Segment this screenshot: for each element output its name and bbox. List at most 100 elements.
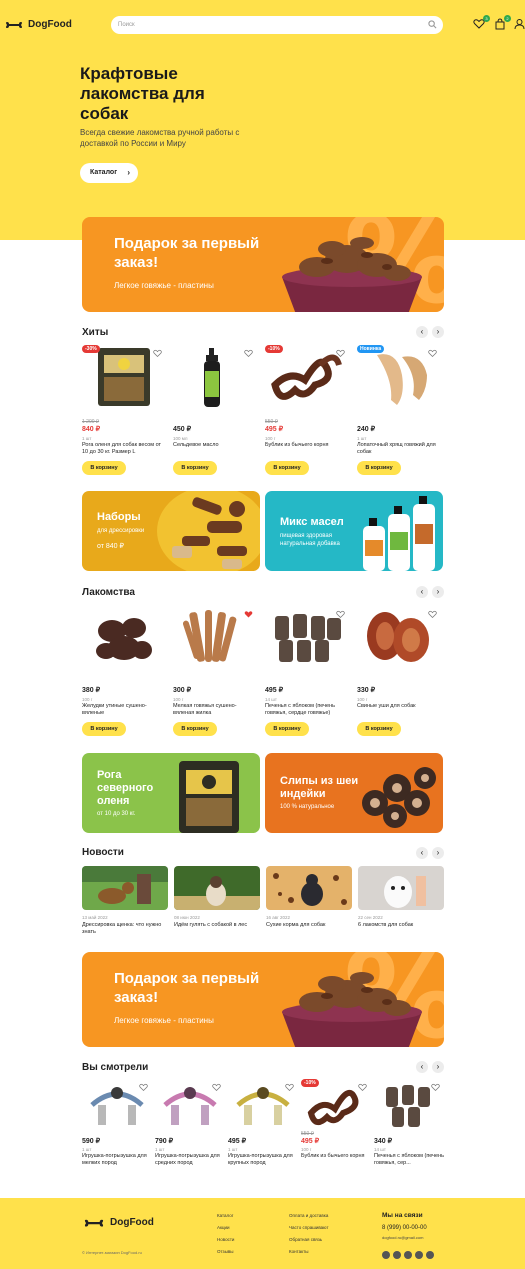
antler-pack-image: [179, 761, 239, 833]
oil-mix-banner[interactable]: Микс масел пищевая здоровая натуральная …: [265, 491, 443, 571]
footer-link[interactable]: Новости: [217, 1234, 234, 1246]
product-card[interactable]: 590 ₽ 1 шт Игрушка-погрызушка для мелких…: [82, 1079, 152, 1179]
add-to-cart-button[interactable]: В корзину: [82, 461, 126, 475]
unit: 1 шт: [357, 436, 367, 441]
promo-subtitle: Легкое говяжье - пластины: [114, 281, 214, 290]
news-card[interactable]: 13 май 2022 Дрессировка щенка: что нужно…: [82, 866, 168, 936]
vk-icon[interactable]: [382, 1251, 390, 1259]
product-card[interactable]: -30% 1 200 ₽ 840 ₽ 1 шт Рога оленя для с…: [82, 345, 166, 480]
add-to-cart-button[interactable]: В корзину: [173, 461, 217, 475]
footer-link[interactable]: Оплата и доставка: [289, 1210, 329, 1222]
news-card[interactable]: 22 сен 2022 6 лакомств для собак: [358, 866, 444, 936]
news-title[interactable]: Сухие корма для собак: [266, 922, 352, 929]
add-to-cart-button[interactable]: В корзину: [265, 461, 309, 475]
viewed-title: Вы смотрели: [82, 1062, 149, 1073]
add-to-cart-button[interactable]: В корзину: [265, 722, 309, 736]
add-to-cart-button[interactable]: В корзину: [357, 461, 401, 475]
heart-icon[interactable]: [431, 1079, 440, 1097]
heart-filled-icon[interactable]: [244, 606, 253, 624]
product-card[interactable]: 380 ₽ 100 г Желудки утиные сушено-вялены…: [82, 606, 166, 741]
product-card[interactable]: 450 ₽ 100 мл Сельдевое масло В корзину: [173, 345, 257, 480]
promo-banner-bottom[interactable]: % Подарок за первый заказ! Легкое говяжь…: [82, 952, 444, 1047]
product-name[interactable]: Игрушка-погрызушка для крупных пород: [228, 1153, 298, 1167]
product-name[interactable]: Бублик из бычьего корня: [301, 1153, 371, 1160]
bowl-with-treats-image: [282, 972, 422, 1047]
promo-banner-top[interactable]: % Подарок за первый заказ! Легкое говяжь…: [82, 217, 444, 312]
product-name[interactable]: Рога оленя для собак весом от 10 до 30 к…: [82, 442, 166, 456]
cart-button[interactable]: 2: [494, 15, 511, 31]
news-next-button[interactable]: ›: [432, 847, 444, 859]
news-title[interactable]: 6 лакомств для собак: [358, 922, 444, 929]
hits-prev-button[interactable]: ‹: [416, 326, 428, 338]
bone-logo-icon: [84, 1219, 104, 1227]
footer-link[interactable]: Обратная связь: [289, 1234, 329, 1246]
favorites-button[interactable]: 3: [473, 15, 490, 31]
footer-link[interactable]: Контакты: [289, 1246, 329, 1258]
heart-icon[interactable]: [336, 606, 345, 624]
product-card[interactable]: -10% 550 ₽ 495 ₽ 100 г Бублик из бычьего…: [265, 345, 349, 480]
footer-link[interactable]: Каталог: [217, 1210, 234, 1222]
news-card[interactable]: 16 авг 2022 Сухие корма для собак: [266, 866, 352, 936]
heart-icon[interactable]: [212, 1079, 221, 1097]
product-name[interactable]: Бублик из бычьего корня: [265, 442, 349, 449]
heart-icon[interactable]: [153, 345, 162, 363]
news-title[interactable]: Дрессировка щенка: что нужно знать: [82, 922, 168, 936]
unit: 100 г: [357, 697, 368, 702]
product-name[interactable]: Игрушка-погрызушка для средних пород: [155, 1153, 225, 1167]
product-name[interactable]: Свиные уши для собак: [357, 703, 441, 710]
search-icon[interactable]: [428, 20, 437, 29]
product-name[interactable]: Печенья с яблоком (печень говяжья, сер..…: [374, 1153, 444, 1167]
search-input[interactable]: Поиск: [111, 16, 443, 34]
catalog-button[interactable]: Каталог ›: [80, 163, 138, 183]
add-to-cart-button[interactable]: В корзину: [357, 722, 401, 736]
phone-link[interactable]: 8 (999) 00-00-00: [382, 1225, 427, 1231]
product-card[interactable]: -10% 550 ₽ 495 ₽ 100 г Бублик из бычьего…: [301, 1079, 371, 1179]
news-prev-button[interactable]: ‹: [416, 847, 428, 859]
heart-icon[interactable]: [428, 606, 437, 624]
reindeer-antlers-banner[interactable]: Рога северного оленя от 10 до 30 кг.: [82, 753, 260, 833]
product-card[interactable]: 300 ₽ 100 г Мелкая говяжья сушено-вялена…: [173, 606, 257, 741]
heart-icon[interactable]: [428, 345, 437, 363]
heart-icon[interactable]: [244, 345, 253, 363]
product-card[interactable]: 340 ₽ 14 шт Печенья с яблоком (печень го…: [374, 1079, 444, 1179]
profile-button[interactable]: [514, 17, 525, 31]
training-sets-banner[interactable]: Наборы для дрессировки от 840 ₽: [82, 491, 260, 571]
product-name[interactable]: Печенья с яблоком (печень говяжья, сердц…: [265, 703, 349, 717]
viber-icon[interactable]: [426, 1251, 434, 1259]
add-to-cart-button[interactable]: В корзину: [82, 722, 126, 736]
header: DogFood Поиск 3 2: [0, 0, 525, 50]
product-name[interactable]: Игрушка-погрызушка для мелких пород: [82, 1153, 152, 1167]
viewed-next-button[interactable]: ›: [432, 1061, 444, 1073]
turkey-neck-banner[interactable]: Слипы из шеи индейки 100 % натуральное: [265, 753, 443, 833]
telegram-icon[interactable]: [393, 1251, 401, 1259]
email-link[interactable]: dogfood.ru@gmail.com: [382, 1235, 423, 1240]
footer-logo[interactable]: DogFood: [82, 1214, 154, 1230]
add-to-cart-button[interactable]: В корзину: [173, 722, 217, 736]
hits-next-button[interactable]: ›: [432, 326, 444, 338]
product-name[interactable]: Сельдевое масло: [173, 442, 257, 449]
product-name[interactable]: Лопаточный хрящ говяжий для собак: [357, 442, 441, 456]
product-card[interactable]: 790 ₽ 1 шт Игрушка-погрызушка для средни…: [155, 1079, 225, 1179]
instagram-icon[interactable]: [415, 1251, 423, 1259]
treats-next-button[interactable]: ›: [432, 586, 444, 598]
footer-link[interactable]: Акции: [217, 1222, 234, 1234]
heart-icon[interactable]: [336, 345, 345, 363]
news-card[interactable]: 08 июн 2022 Идём гулять с собакой в лес: [174, 866, 260, 936]
footer-link[interactable]: Часто спрашивают: [289, 1222, 329, 1234]
heart-icon[interactable]: [285, 1079, 294, 1097]
news-title[interactable]: Идём гулять с собакой в лес: [174, 922, 260, 929]
product-card[interactable]: 495 ₽ 14 шт Печенья с яблоком (печень го…: [265, 606, 349, 741]
product-card[interactable]: 330 ₽ 100 г Свиные уши для собак В корзи…: [357, 606, 441, 741]
logo[interactable]: DogFood: [4, 17, 72, 31]
price: 790 ₽: [155, 1138, 174, 1145]
product-card[interactable]: Новинка 240 ₽ 1 шт Лопаточный хрящ говяж…: [357, 345, 441, 480]
heart-icon[interactable]: [139, 1079, 148, 1097]
treats-prev-button[interactable]: ‹: [416, 586, 428, 598]
heart-icon[interactable]: [358, 1079, 367, 1097]
footer-link[interactable]: Отзывы: [217, 1246, 234, 1258]
whatsapp-icon[interactable]: [404, 1251, 412, 1259]
product-name[interactable]: Мелкая говяжья сушено-вяленая жилка: [173, 703, 257, 717]
viewed-prev-button[interactable]: ‹: [416, 1061, 428, 1073]
product-name[interactable]: Желудки утиные сушено-вяленые: [82, 703, 166, 717]
product-card[interactable]: 495 ₽ 1 шт Игрушка-погрызушка для крупны…: [228, 1079, 298, 1179]
